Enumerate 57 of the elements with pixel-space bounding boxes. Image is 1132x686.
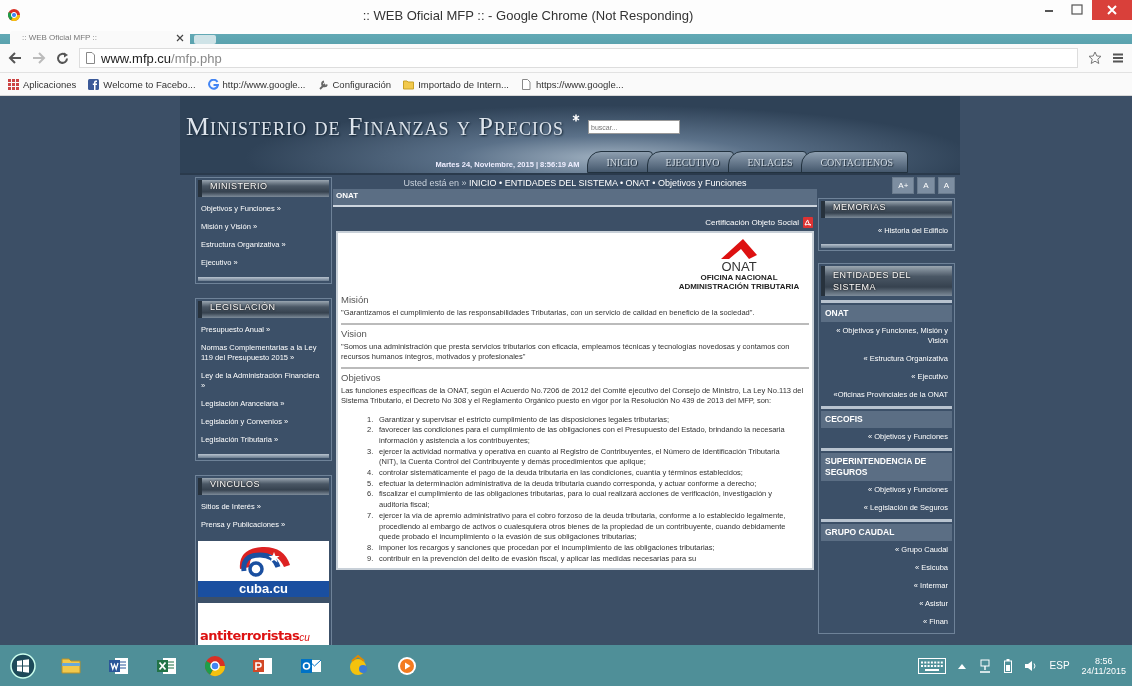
chrome-logo-icon bbox=[8, 9, 20, 21]
section-heading: Vision bbox=[341, 327, 368, 339]
bookmark[interactable]: Importado de Intern... bbox=[403, 78, 509, 90]
group-heading: CECOFIS bbox=[821, 411, 952, 428]
panel-heading: MINISTERIO bbox=[198, 180, 329, 197]
bookmark[interactable]: https://www.google... bbox=[520, 78, 624, 90]
banner-text: cuba.cu bbox=[198, 581, 329, 597]
google-logo-icon bbox=[207, 78, 219, 90]
apps-grid-icon bbox=[8, 78, 19, 90]
banner-text: antiterroristas bbox=[200, 628, 300, 643]
menu-icon[interactable] bbox=[1112, 52, 1124, 64]
bookmark[interactable]: Configuración bbox=[317, 78, 392, 90]
caret-up-icon[interactable] bbox=[957, 662, 966, 669]
certificate-link[interactable]: Certificación Objeto Social bbox=[705, 218, 799, 227]
back-arrow-icon[interactable] bbox=[8, 52, 22, 64]
page-icon bbox=[86, 52, 95, 64]
banner-text: cu bbox=[299, 632, 310, 643]
bookmark[interactable]: Aplicaciones bbox=[8, 78, 77, 90]
cuba-banner[interactable]: cuba.cu bbox=[198, 541, 329, 597]
logo-text: ONAT bbox=[721, 261, 757, 273]
page-title-bar: ONAT bbox=[333, 189, 817, 207]
section-heading: Objetivos bbox=[341, 371, 382, 383]
speaker-icon[interactable] bbox=[1023, 659, 1038, 672]
keyboard-icon[interactable] bbox=[917, 657, 946, 674]
reload-icon[interactable] bbox=[56, 51, 69, 65]
language-indicator[interactable]: ESP bbox=[1049, 660, 1070, 671]
panel-heading: MEMORIAS bbox=[821, 201, 952, 218]
address-bar[interactable]: www.mfp.cu/mfp.php bbox=[79, 48, 1078, 68]
folder-icon bbox=[403, 78, 415, 90]
window-title: :: WEB Oficial MFP :: - Google Chrome (Not Responding) bbox=[361, 7, 695, 23]
bookmark[interactable]: http://www.google... bbox=[207, 78, 306, 90]
battery-icon[interactable] bbox=[1003, 658, 1012, 673]
group-heading: ONAT bbox=[821, 305, 952, 322]
browser-tab[interactable]: :: WEB Oficial MFP :: bbox=[10, 31, 190, 44]
group-heading: GRUPO CAUDAL bbox=[821, 524, 952, 541]
star-icon[interactable] bbox=[1088, 51, 1102, 65]
breadcrumb: Usted está en » INICIO • ENTIDADES DEL SISTEMA • ONAT • Objetivos y Funciones bbox=[403, 177, 747, 189]
group-heading: SUPERINTENDENCIA DE SEGUROS bbox=[821, 453, 952, 481]
facebook-logo-icon bbox=[88, 78, 100, 90]
close-icon[interactable] bbox=[176, 33, 184, 42]
bookmark[interactable]: Welcome to Facebo... bbox=[88, 78, 196, 90]
network-icon[interactable] bbox=[977, 658, 992, 673]
clock-time[interactable]: 8:56 bbox=[1081, 655, 1126, 666]
windows-logo-icon[interactable] bbox=[10, 652, 36, 679]
panel-heading: VINCULOS bbox=[198, 478, 329, 495]
pdf-icon[interactable] bbox=[803, 217, 813, 228]
section-heading: Misión bbox=[341, 294, 370, 305]
panel-heading: LEGISLACIÓN bbox=[198, 301, 329, 318]
page-icon bbox=[520, 78, 532, 90]
asterisk-icon bbox=[572, 114, 581, 122]
site-title: Ministerio de Finanzas y Precios bbox=[186, 112, 565, 142]
roof-shape-icon bbox=[719, 237, 759, 261]
logo-subtitle: OFICINA NACIONAL ADMINISTRACIÓN TRIBUTARIA bbox=[677, 273, 801, 291]
wrench-icon bbox=[317, 78, 329, 90]
panel-heading: ENTIDADES DEL SISTEMA bbox=[821, 266, 952, 296]
antiterroristas-banner[interactable]: antiterroristascu bbox=[198, 603, 329, 645]
clock-date[interactable]: 24/11/2015 bbox=[1081, 665, 1126, 676]
